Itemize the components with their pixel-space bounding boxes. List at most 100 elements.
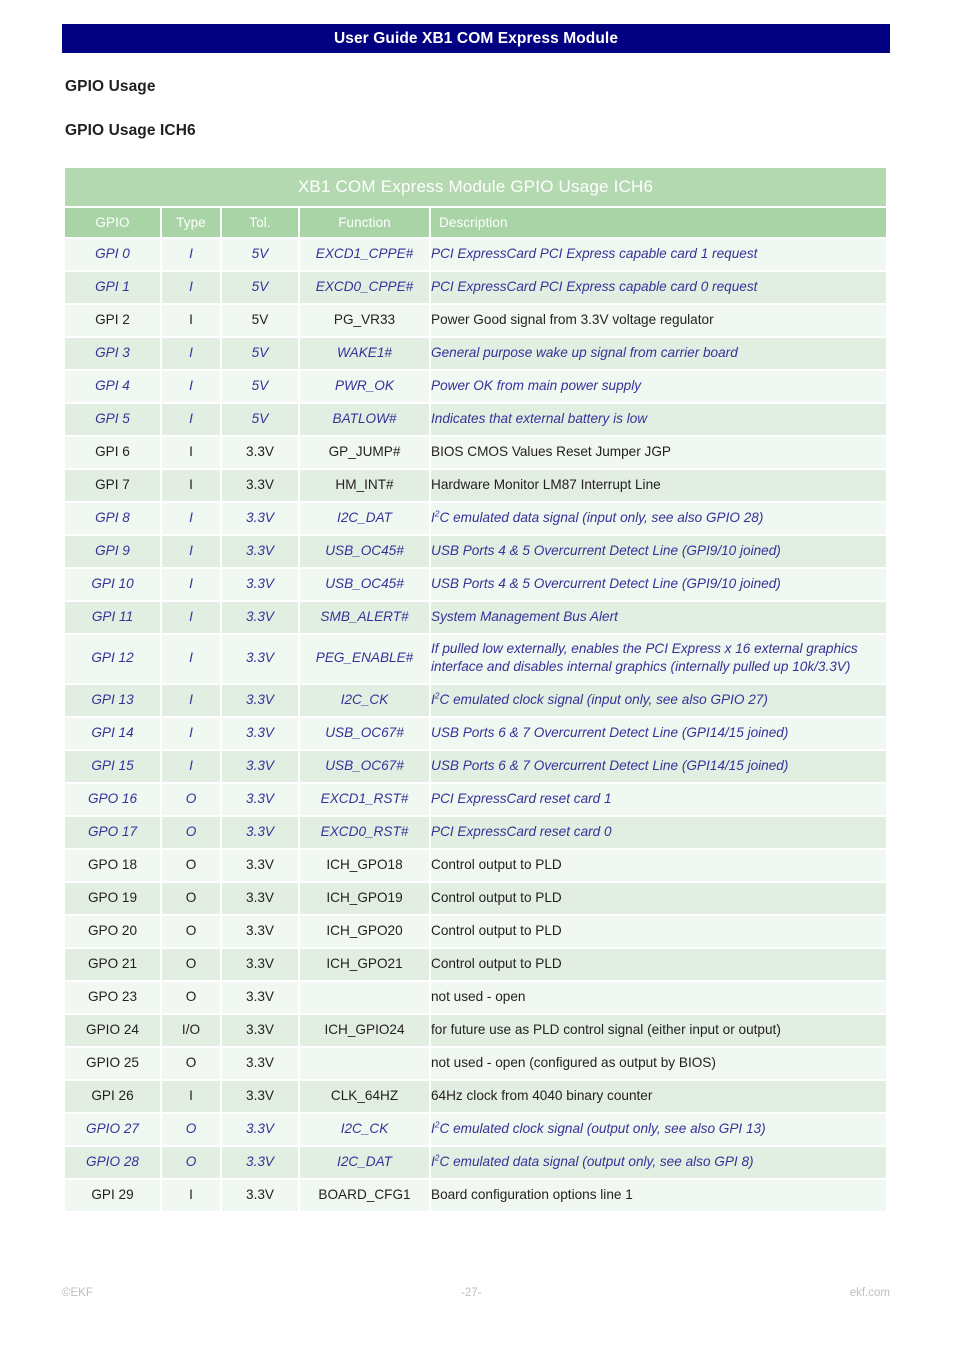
cell-function: I2C_CK [300, 1113, 431, 1147]
cell-gpio: GPIO 25 [65, 1047, 162, 1081]
table-row: GPO 23 O 3.3V not used - open [65, 981, 887, 1015]
cell-tol: 3.3V [222, 1179, 300, 1213]
cell-description: not used - open [431, 981, 887, 1015]
cell-type: O [162, 783, 222, 817]
table-row: GPO 18 O 3.3V ICH_GPO18 Control output to PL… [65, 849, 887, 883]
cell-description: I2C emulated data signal (output only, s… [431, 1146, 887, 1180]
cell-description: Power Good signal from 3.3V voltage regu… [431, 305, 887, 338]
cell-gpio: GPO 23 [65, 981, 162, 1015]
cell-description: I2C emulated clock signal (input only, s… [431, 684, 887, 718]
cell-description: I2C emulated clock signal (output only, … [431, 1113, 887, 1147]
table-row: GPI 8 I 3.3V I2C_DAT I2C emulated data signa… [65, 503, 887, 536]
cell-gpio: GPI 6 [65, 437, 162, 470]
cell-gpio: GPO 16 [65, 783, 162, 817]
cell-tol: 3.3V [222, 849, 300, 883]
cell-gpio: GPI 12 [65, 635, 162, 685]
table-row: GPO 21 O 3.3V ICH_GPO21 Control output to PL… [65, 948, 887, 982]
cell-description: Control output to PLD [431, 948, 887, 982]
cell-type: O [162, 915, 222, 949]
cell-description: General purpose wake up signal from carr… [431, 338, 887, 371]
cell-type: I [162, 371, 222, 404]
gpio-usage-table-container: XB1 COM Express Module GPIO Usage ICH6 G… [65, 168, 887, 1213]
cell-function: ICH_GPIO24 [300, 1014, 431, 1048]
cell-gpio: GPI 14 [65, 717, 162, 751]
cell-gpio: GPI 9 [65, 536, 162, 569]
cell-tol: 3.3V [222, 1047, 300, 1081]
cell-gpio: GPI 4 [65, 371, 162, 404]
cell-tol: 3.3V [222, 1146, 300, 1180]
cell-function: ICH_GPO18 [300, 849, 431, 883]
cell-type: I [162, 338, 222, 371]
cell-gpio: GPO 20 [65, 915, 162, 949]
cell-function: GP_JUMP# [300, 437, 431, 470]
cell-gpio: GPI 29 [65, 1179, 162, 1213]
cell-type: O [162, 1047, 222, 1081]
cell-tol: 3.3V [222, 602, 300, 635]
cell-tol: 5V [222, 338, 300, 371]
footer-copyright: ©EKF [62, 1287, 93, 1299]
cell-description: PCI ExpressCard PCI Express capable card… [431, 239, 887, 272]
cell-type: I/O [162, 1014, 222, 1048]
cell-type: I [162, 717, 222, 751]
document-footer: ©EKF -27- ekf.com [62, 1287, 890, 1299]
cell-description: Control output to PLD [431, 849, 887, 883]
column-header-tol: Tol. [222, 208, 300, 239]
cell-description: USB Ports 6 & 7 Overcurrent Detect Line … [431, 717, 887, 751]
cell-type: O [162, 948, 222, 982]
cell-function [300, 981, 431, 1015]
table-row: GPI 4 I 5V PWR_OK Power OK from main power s… [65, 371, 887, 404]
table-row: GPIO 24 I/O 3.3V ICH_GPIO24 for future use a… [65, 1014, 887, 1048]
cell-function: PWR_OK [300, 371, 431, 404]
cell-function: PEG_ENABLE# [300, 635, 431, 685]
cell-type: I [162, 635, 222, 685]
table-row: GPI 2 I 5V PG_VR33 Power Good signal from 3.… [65, 305, 887, 338]
cell-type: I [162, 404, 222, 437]
table-caption-row: XB1 COM Express Module GPIO Usage ICH6 [65, 168, 887, 208]
cell-function: EXCD1_RST# [300, 783, 431, 817]
column-header-type: Type [162, 208, 222, 239]
cell-gpio: GPI 7 [65, 470, 162, 503]
cell-function: USB_OC45# [300, 569, 431, 602]
cell-type: I [162, 1080, 222, 1114]
cell-description: Control output to PLD [431, 882, 887, 916]
cell-tol: 3.3V [222, 1113, 300, 1147]
cell-description: USB Ports 6 & 7 Overcurrent Detect Line … [431, 750, 887, 784]
cell-description: Board configuration options line 1 [431, 1179, 887, 1213]
cell-description: BIOS CMOS Values Reset Jumper JGP [431, 437, 887, 470]
cell-tol: 5V [222, 404, 300, 437]
cell-function: EXCD0_CPPE# [300, 272, 431, 305]
cell-function: HM_INT# [300, 470, 431, 503]
cell-gpio: GPO 18 [65, 849, 162, 883]
cell-gpio: GPO 17 [65, 816, 162, 850]
cell-description: Control output to PLD [431, 915, 887, 949]
cell-tol: 3.3V [222, 437, 300, 470]
cell-gpio: GPI 13 [65, 684, 162, 718]
cell-description: not used - open (configured as output by… [431, 1047, 887, 1081]
cell-description: I2C emulated data signal (input only, se… [431, 503, 887, 536]
cell-type: I [162, 239, 222, 272]
section-heading-gpio-usage: GPIO Usage [65, 78, 156, 95]
cell-type: I [162, 470, 222, 503]
cell-type: I [162, 1179, 222, 1213]
cell-gpio: GPI 11 [65, 602, 162, 635]
table-row: GPO 16 O 3.3V EXCD1_RST# PCI ExpressCard res… [65, 783, 887, 817]
cell-description: Hardware Monitor LM87 Interrupt Line [431, 470, 887, 503]
cell-tol: 3.3V [222, 1080, 300, 1114]
cell-type: I [162, 503, 222, 536]
subsection-heading-gpio-usage-ich6: GPIO Usage ICH6 [65, 122, 196, 139]
cell-description: USB Ports 4 & 5 Overcurrent Detect Line … [431, 536, 887, 569]
table-row: GPIO 27 O 3.3V I2C_CK I2C emulated clock sig… [65, 1113, 887, 1147]
cell-function: USB_OC67# [300, 717, 431, 751]
gpio-usage-table: XB1 COM Express Module GPIO Usage ICH6 G… [65, 168, 887, 1213]
table-row: GPI 0 I 5V EXCD1_CPPE# PCI ExpressCard PCI E… [65, 239, 887, 272]
cell-tol: 3.3V [222, 536, 300, 569]
cell-function: BATLOW# [300, 404, 431, 437]
cell-gpio: GPIO 28 [65, 1146, 162, 1180]
cell-tol: 3.3V [222, 569, 300, 602]
running-header-title: User Guide XB1 COM Express Module [333, 29, 619, 47]
cell-function: EXCD1_CPPE# [300, 239, 431, 272]
table-row: GPIO 25 O 3.3V not used - open (configured … [65, 1047, 887, 1081]
cell-tol: 5V [222, 239, 300, 272]
table-row: GPI 5 I 5V BATLOW# Indicates that external b… [65, 404, 887, 437]
cell-tol: 3.3V [222, 1014, 300, 1048]
